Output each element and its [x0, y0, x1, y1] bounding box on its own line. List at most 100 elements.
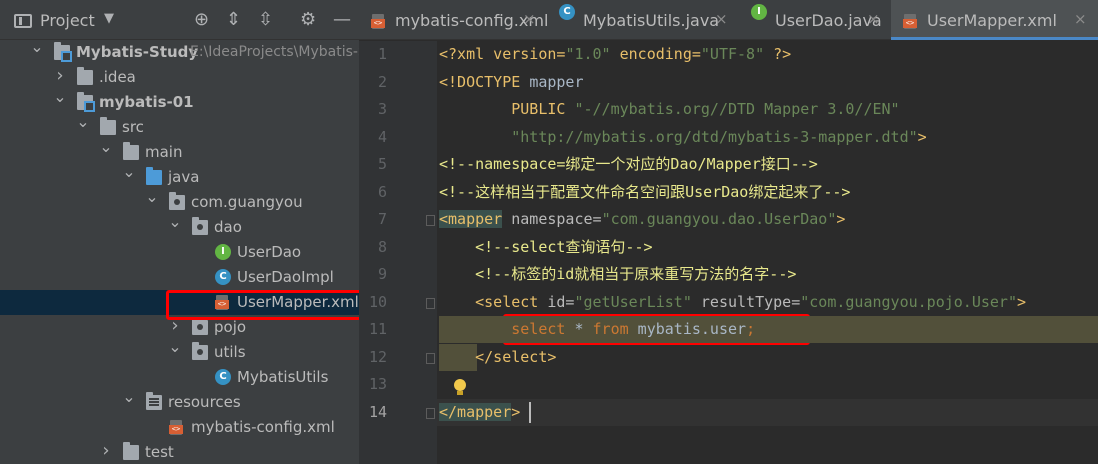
chevron-down-icon[interactable]: ⌄: [122, 162, 136, 181]
code-line[interactable]: <!--标签的id就相当于原来重写方法的名字-->: [439, 261, 796, 288]
chevron-right-icon[interactable]: ›: [99, 440, 113, 461]
collapse-all-icon[interactable]: ⇳: [258, 10, 273, 30]
tree-item-label: Mybatis-Study: [76, 43, 199, 61]
fold-marker-icon[interactable]: [426, 407, 435, 419]
tab-mybatis-config-xml[interactable]: mybatis-config.xml×: [359, 0, 548, 40]
code-token: >: [1017, 292, 1027, 311]
code-line[interactable]: <select id="getUserList" resultType="com…: [439, 289, 1026, 316]
code-token: >: [836, 210, 846, 228]
tree-item-main[interactable]: ⌄ main: [0, 137, 359, 165]
tree-item-mybatisutils[interactable]: C MybatisUtils: [0, 365, 359, 390]
project-view-icon[interactable]: [14, 14, 32, 28]
chevron-right-icon[interactable]: ›: [53, 65, 67, 86]
locate-file-icon[interactable]: ⊕: [194, 10, 209, 30]
code-line[interactable]: </select>: [439, 344, 556, 371]
folder-icon: [123, 442, 139, 460]
tab-mybatisutils-java[interactable]: C MybatisUtils.java ×: [547, 0, 739, 40]
tree-item-resources[interactable]: ⌄ resources: [0, 387, 359, 415]
tree-item-label: MybatisUtils: [237, 368, 329, 386]
tree-item-userdao[interactable]: I UserDao: [0, 240, 359, 265]
tab-usermapper-xml[interactable]: UserMapper.xml ×: [891, 0, 1098, 40]
chevron-down-icon[interactable]: ⌄: [30, 37, 44, 56]
code-token: mybatis.user: [628, 320, 747, 338]
close-icon[interactable]: ×: [523, 10, 536, 28]
chevron-down-icon[interactable]: ▼: [104, 11, 114, 26]
code-token: >: [917, 127, 927, 146]
line-number: 10: [368, 292, 387, 311]
xml-file-icon: [903, 14, 919, 29]
fold-marker-icon[interactable]: [426, 352, 435, 364]
close-icon[interactable]: ×: [1074, 10, 1087, 28]
tree-item-label: mybatis-config.xml: [191, 418, 335, 436]
tab-userdao-java[interactable]: I UserDao.java ×: [739, 0, 891, 40]
line-number: 6: [377, 182, 387, 201]
tree-item-src[interactable]: ⌄ src: [0, 112, 359, 140]
class-icon: C: [215, 369, 231, 385]
line-number: 13: [368, 375, 387, 393]
xml-file-icon: [371, 14, 387, 29]
tree-item-dao[interactable]: ⌄ dao: [0, 212, 359, 240]
chevron-down-icon[interactable]: ⌄: [122, 387, 136, 406]
gear-icon[interactable]: ⚙: [300, 10, 316, 30]
chevron-down-icon[interactable]: ⌄: [145, 187, 159, 206]
fold-marker-icon[interactable]: [426, 297, 435, 309]
xml-file-icon: [169, 420, 185, 435]
code-token: id=: [538, 292, 575, 311]
module-folder-icon: [77, 92, 95, 112]
code-line[interactable]: "http://mybatis.org/dtd/mybatis-3-mapper…: [439, 124, 927, 151]
tree-item-label: pojo: [214, 318, 247, 336]
interface-icon: I: [215, 244, 231, 260]
code-line[interactable]: <!--这样相当于配置文件命名空间跟UserDao绑定起来了-->: [439, 179, 850, 206]
code-line[interactable]: <mapper namespace="com.guangyou.dao.User…: [439, 206, 845, 233]
code-line[interactable]: <!DOCTYPE mapper: [439, 69, 584, 96]
expand-all-icon[interactable]: ⇕: [226, 10, 241, 30]
tree-item-label: mybatis-01: [99, 93, 194, 111]
tree-item-label: utils: [214, 343, 246, 361]
fold-marker-icon[interactable]: [426, 215, 435, 226]
chevron-down-icon[interactable]: ⌄: [76, 112, 90, 131]
class-icon: C: [215, 269, 231, 285]
chevron-down-icon[interactable]: ⌄: [99, 137, 113, 156]
tab-label: UserDao.java: [775, 11, 882, 30]
minimize-icon[interactable]: —: [333, 10, 351, 30]
code-token: mapper: [529, 72, 584, 91]
tree-item-utils[interactable]: ⌄ utils: [0, 337, 359, 365]
interface-icon: I: [751, 4, 767, 20]
code-token: *: [565, 320, 593, 338]
chevron-down-icon[interactable]: ⌄: [168, 337, 182, 356]
code-line[interactable]: <!--select查询语句-->: [439, 234, 653, 261]
code-line[interactable]: <!--namespace=绑定一个对应的Dao/Mapper接口-->: [439, 151, 818, 178]
code-token: "http://mybatis.org/dtd/mybatis-3-mapper…: [439, 127, 918, 146]
tree-item-java[interactable]: ⌄ java: [0, 162, 359, 190]
tree-item-mybatis-study[interactable]: ⌄ Mybatis-Study E:\IdeaProjects\Mybatis-S: [0, 37, 359, 65]
line-number: 7: [377, 210, 387, 228]
line-number: 9: [377, 265, 387, 283]
code-line[interactable]: PUBLIC "-//mybatis.org//DTD Mapper 3.0//…: [439, 96, 899, 123]
close-icon[interactable]: ×: [867, 10, 880, 28]
code-editor[interactable]: <?xml version="1.0" encoding="UTF-8" ?> <…: [437, 41, 1098, 464]
line-number: 4: [377, 127, 387, 146]
tree-item-userdaoimpl[interactable]: C UserDaoImpl: [0, 265, 359, 290]
code-line[interactable]: <?xml version="1.0" encoding="UTF-8" ?>: [439, 41, 791, 68]
tree-item-mybatis-01[interactable]: ⌄ mybatis-01: [0, 87, 359, 115]
chevron-down-icon[interactable]: ⌄: [53, 87, 67, 106]
tree-item-label: src: [122, 118, 144, 136]
tree-item-mybatis-config-xml[interactable]: mybatis-config.xml: [0, 415, 359, 440]
text-cursor: [529, 401, 531, 423]
package-icon: [192, 342, 208, 360]
red-highlight-box: [166, 290, 359, 320]
code-token: "com.guangyou.dao.UserDao": [601, 210, 837, 228]
code-token: <!--标签的id就相当于原来重写方法的名字-->: [439, 265, 797, 283]
code-token: encoding=: [610, 45, 701, 63]
code-line[interactable]: </mapper>: [439, 399, 520, 426]
project-tool-window: Project ▼ ⊕ ⇕ ⇳ ⚙ — ⌄ Mybatis-Study E:\Ide…: [0, 0, 359, 464]
code-token: <select: [439, 292, 539, 311]
code-token: </select>: [439, 347, 557, 366]
code-token: <!--select查询语句-->: [439, 237, 653, 256]
tree-item-test[interactable]: › test: [0, 440, 359, 464]
code-token: "1.0": [565, 45, 611, 63]
project-panel-title[interactable]: Project: [40, 11, 95, 30]
chevron-down-icon[interactable]: ⌄: [168, 212, 182, 231]
close-icon[interactable]: ×: [715, 10, 728, 28]
code-line[interactable]: select * from mybatis.user;: [439, 316, 755, 343]
